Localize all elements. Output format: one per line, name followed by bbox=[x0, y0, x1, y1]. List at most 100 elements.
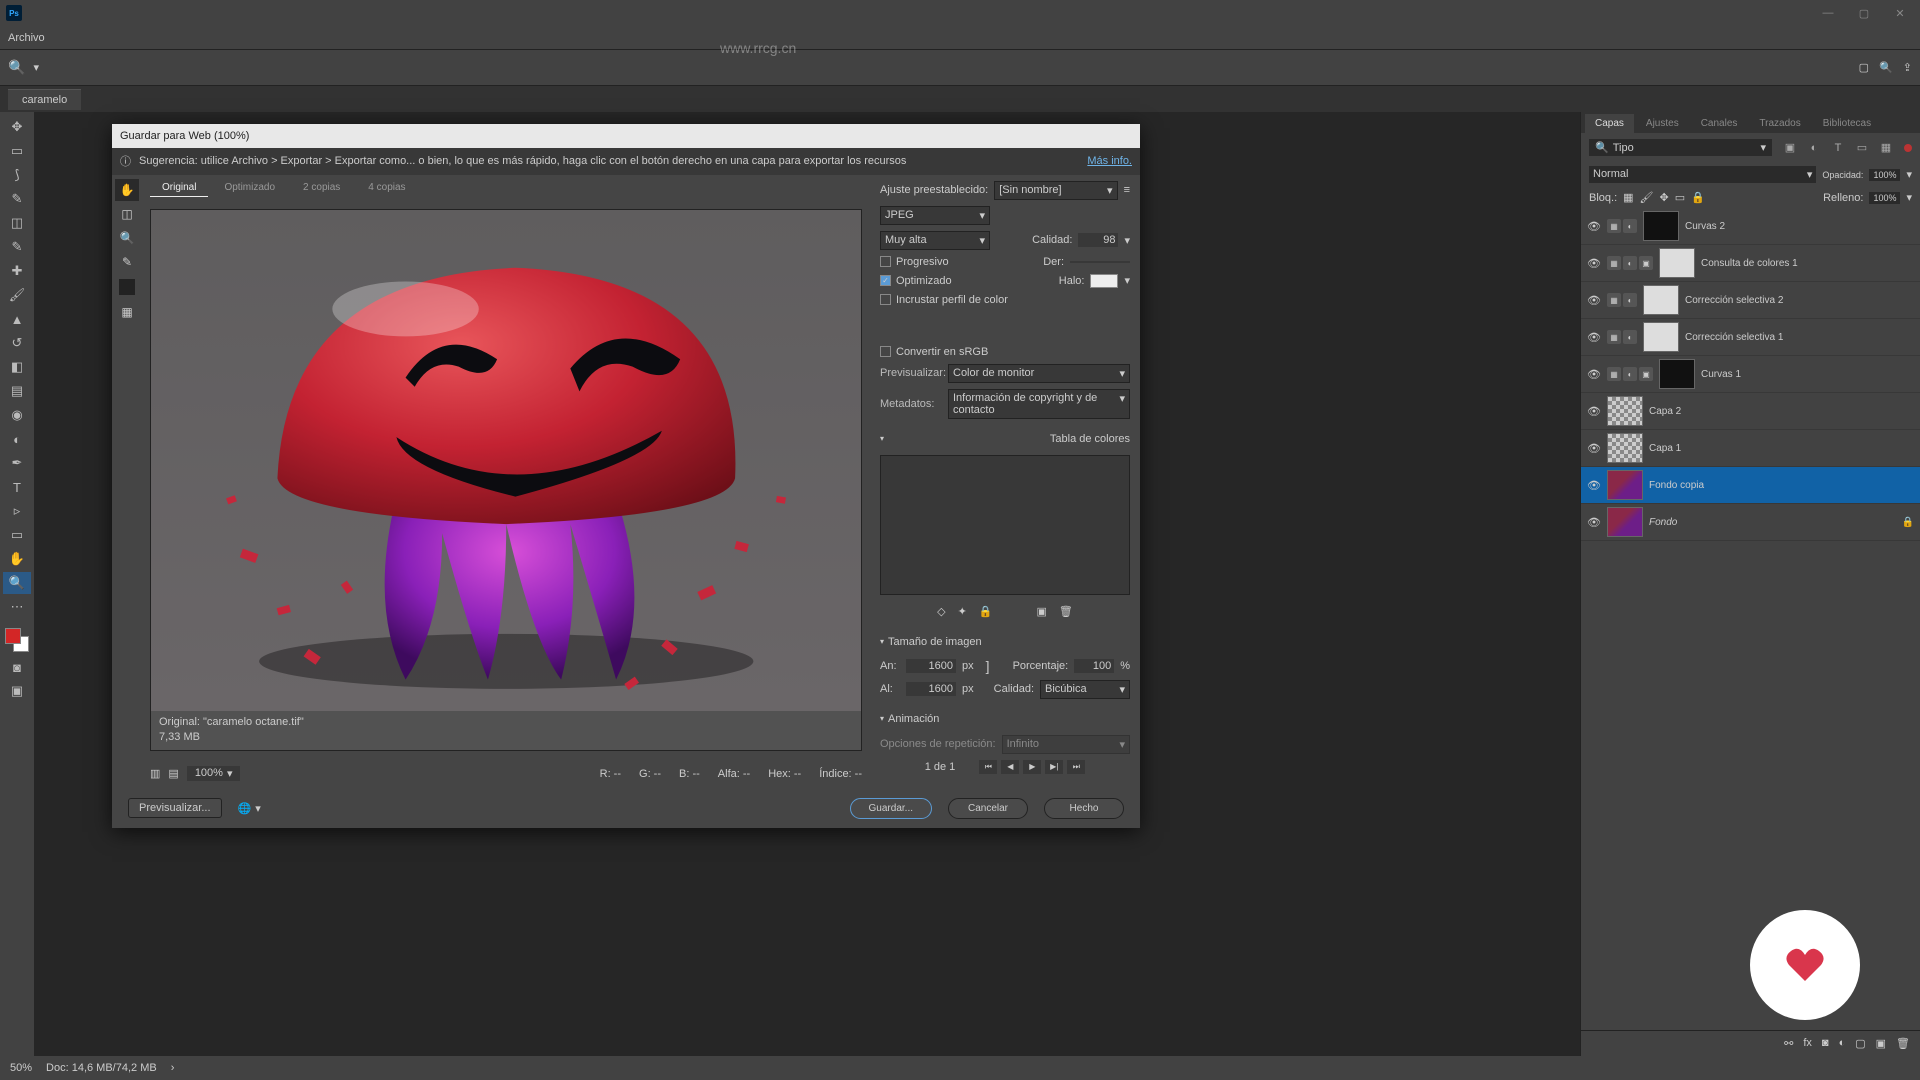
hecho-button[interactable]: Hecho bbox=[1044, 798, 1124, 819]
search-icon[interactable]: 🔍 bbox=[1879, 61, 1893, 74]
quickmask-icon[interactable]: ◙ bbox=[3, 656, 31, 678]
layer-thumbnail[interactable] bbox=[1659, 248, 1695, 278]
delete-layer-icon[interactable]: 🗑 bbox=[1896, 1037, 1910, 1050]
layer-name[interactable]: Fondo bbox=[1649, 517, 1677, 528]
dlg-toggle-slices-icon[interactable]: ▦ bbox=[115, 301, 139, 323]
gradient-tool[interactable]: ▤ bbox=[3, 380, 31, 402]
blur-tool[interactable]: ◉ bbox=[3, 404, 31, 426]
tab-original[interactable]: Original bbox=[150, 179, 208, 197]
layer-row[interactable]: 👁▦◐▣Curvas 1 bbox=[1581, 356, 1920, 393]
visibility-icon[interactable]: 👁 bbox=[1587, 405, 1601, 418]
visibility-icon[interactable]: 👁 bbox=[1587, 220, 1601, 233]
dlg-color-swatch[interactable] bbox=[119, 279, 135, 295]
halo-dropdown-icon[interactable]: ▾ bbox=[1124, 274, 1130, 287]
toggle-slices2-icon[interactable]: ▤ bbox=[168, 767, 178, 780]
format-select[interactable]: JPEG▾ bbox=[880, 206, 990, 225]
layer-filter-select[interactable]: 🔍Tipo▾ bbox=[1589, 139, 1772, 156]
more-info-link[interactable]: Más info. bbox=[1087, 155, 1132, 167]
layer-thumbnail[interactable] bbox=[1643, 285, 1679, 315]
group-icon[interactable]: ▢ bbox=[1855, 1037, 1865, 1050]
ct-trash-icon[interactable]: 🗑 bbox=[1059, 605, 1073, 618]
animation-header[interactable]: Animación bbox=[880, 709, 1130, 729]
layer-thumbnail[interactable] bbox=[1607, 470, 1643, 500]
prev-frame-icon[interactable]: ◀ bbox=[1001, 760, 1019, 774]
layer-name[interactable]: Corrección selectiva 2 bbox=[1685, 295, 1783, 306]
preset-menu-icon[interactable]: ≡ bbox=[1124, 184, 1130, 196]
filter-toggle[interactable] bbox=[1904, 144, 1912, 152]
link-layers-icon[interactable]: ⚯ bbox=[1784, 1037, 1793, 1050]
window-close-icon[interactable]: ✕ bbox=[1886, 3, 1914, 23]
layer-row[interactable]: 👁▦◐Corrección selectiva 1 bbox=[1581, 319, 1920, 356]
layer-row[interactable]: 👁▦◐▣Consulta de colores 1 bbox=[1581, 245, 1920, 282]
blend-mode-select[interactable]: Normal▾ bbox=[1589, 166, 1816, 183]
tab-bibliotecas[interactable]: Bibliotecas bbox=[1813, 114, 1881, 133]
lock-all-icon[interactable]: 🔒 bbox=[1691, 191, 1705, 204]
visibility-icon[interactable]: 👁 bbox=[1587, 479, 1601, 492]
fx-icon[interactable]: fx bbox=[1803, 1037, 1812, 1050]
toggle-slices-icon[interactable]: ▥ bbox=[150, 767, 160, 780]
eraser-tool[interactable]: ◧ bbox=[3, 356, 31, 378]
resample-select[interactable]: Bicúbica▾ bbox=[1040, 680, 1130, 699]
layer-row[interactable]: 👁▦◐Curvas 2 bbox=[1581, 208, 1920, 245]
previsualizar-button[interactable]: Previsualizar... bbox=[128, 798, 222, 818]
brush-tool[interactable]: 🖌 bbox=[3, 284, 31, 306]
status-zoom[interactable]: 50% bbox=[10, 1062, 32, 1074]
layer-name[interactable]: Corrección selectiva 1 bbox=[1685, 332, 1783, 343]
dlg-slice-tool[interactable]: ◫ bbox=[115, 203, 139, 225]
ct-new-icon[interactable]: ▣ bbox=[1037, 605, 1047, 618]
quick-select-tool[interactable]: ✎ bbox=[3, 188, 31, 210]
window-maximize-icon[interactable]: ▢ bbox=[1850, 3, 1878, 23]
tab-canales[interactable]: Canales bbox=[1691, 114, 1748, 133]
path-tool[interactable]: ▹ bbox=[3, 500, 31, 522]
browser-preview-select[interactable]: 🌐▾ bbox=[238, 802, 261, 815]
filter-smart-icon[interactable]: ▦ bbox=[1878, 140, 1894, 156]
image-size-header[interactable]: Tamaño de imagen bbox=[880, 632, 1130, 652]
filter-pixel-icon[interactable]: ▣ bbox=[1782, 140, 1798, 156]
visibility-icon[interactable]: 👁 bbox=[1587, 294, 1601, 307]
adjustment-icon[interactable]: ◐ bbox=[1839, 1037, 1846, 1050]
quality-input[interactable]: 98 bbox=[1078, 233, 1118, 247]
layer-name[interactable]: Curvas 1 bbox=[1701, 369, 1741, 380]
dodge-tool[interactable]: ◐ bbox=[3, 428, 31, 450]
link-icon[interactable]: ] bbox=[986, 658, 990, 674]
guardar-button[interactable]: Guardar... bbox=[850, 798, 932, 819]
filter-shape-icon[interactable]: ▭ bbox=[1854, 140, 1870, 156]
first-frame-icon[interactable]: ⏮ bbox=[979, 760, 997, 774]
fill-dropdown-icon[interactable]: ▾ bbox=[1906, 191, 1912, 204]
layer-thumbnail[interactable] bbox=[1607, 433, 1643, 463]
progresivo-checkbox[interactable]: Progresivo bbox=[880, 256, 949, 268]
zoom-select[interactable]: 100%▾ bbox=[187, 766, 241, 781]
metadata-select[interactable]: Información de copyright y de contacto▾ bbox=[948, 389, 1130, 419]
screenmode-icon[interactable]: ▣ bbox=[3, 680, 31, 702]
layer-name[interactable]: Consulta de colores 1 bbox=[1701, 258, 1798, 269]
heal-tool[interactable]: ✚ bbox=[3, 260, 31, 282]
lock-nest-icon[interactable]: ▭ bbox=[1675, 191, 1685, 204]
lock-pos-icon[interactable]: ✥ bbox=[1660, 191, 1669, 204]
color-swatches[interactable] bbox=[3, 626, 31, 654]
document-tab[interactable]: caramelo bbox=[8, 89, 81, 110]
ct-lock-icon[interactable]: 🔒 bbox=[979, 605, 993, 618]
play-icon[interactable]: ▶ bbox=[1023, 760, 1041, 774]
history-brush-tool[interactable]: ↺ bbox=[3, 332, 31, 354]
type-tool[interactable]: T bbox=[3, 476, 31, 498]
fill-input[interactable]: 100% bbox=[1869, 192, 1900, 204]
next-frame-icon[interactable]: ▶| bbox=[1045, 760, 1063, 774]
tab-optimizado[interactable]: Optimizado bbox=[212, 179, 287, 197]
dlg-hand-tool[interactable]: ✋ bbox=[115, 179, 139, 201]
incrustar-checkbox[interactable]: Incrustar perfil de color bbox=[880, 294, 1130, 306]
dlg-zoom-tool[interactable]: 🔍 bbox=[115, 227, 139, 249]
marquee-tool[interactable]: ▭ bbox=[3, 140, 31, 162]
convert-srgb-checkbox[interactable]: Convertir en sRGB bbox=[880, 346, 1130, 358]
cancelar-button[interactable]: Cancelar bbox=[948, 798, 1028, 819]
layer-thumbnail[interactable] bbox=[1607, 507, 1643, 537]
visibility-icon[interactable]: 👁 bbox=[1587, 516, 1601, 529]
move-tool[interactable]: ✥ bbox=[3, 116, 31, 138]
visibility-icon[interactable]: 👁 bbox=[1587, 331, 1601, 344]
preview-pane[interactable]: Original: "caramelo octane.tif" 7,33 MB bbox=[150, 209, 862, 751]
tab-ajustes[interactable]: Ajustes bbox=[1636, 114, 1689, 133]
tab-4copias[interactable]: 4 copias bbox=[356, 179, 417, 197]
stamp-tool[interactable]: ▲ bbox=[3, 308, 31, 330]
mask-icon[interactable]: ◙ bbox=[1822, 1037, 1829, 1050]
color-table-header[interactable]: Tabla de colores bbox=[880, 429, 1130, 449]
tab-2copias[interactable]: 2 copias bbox=[291, 179, 352, 197]
